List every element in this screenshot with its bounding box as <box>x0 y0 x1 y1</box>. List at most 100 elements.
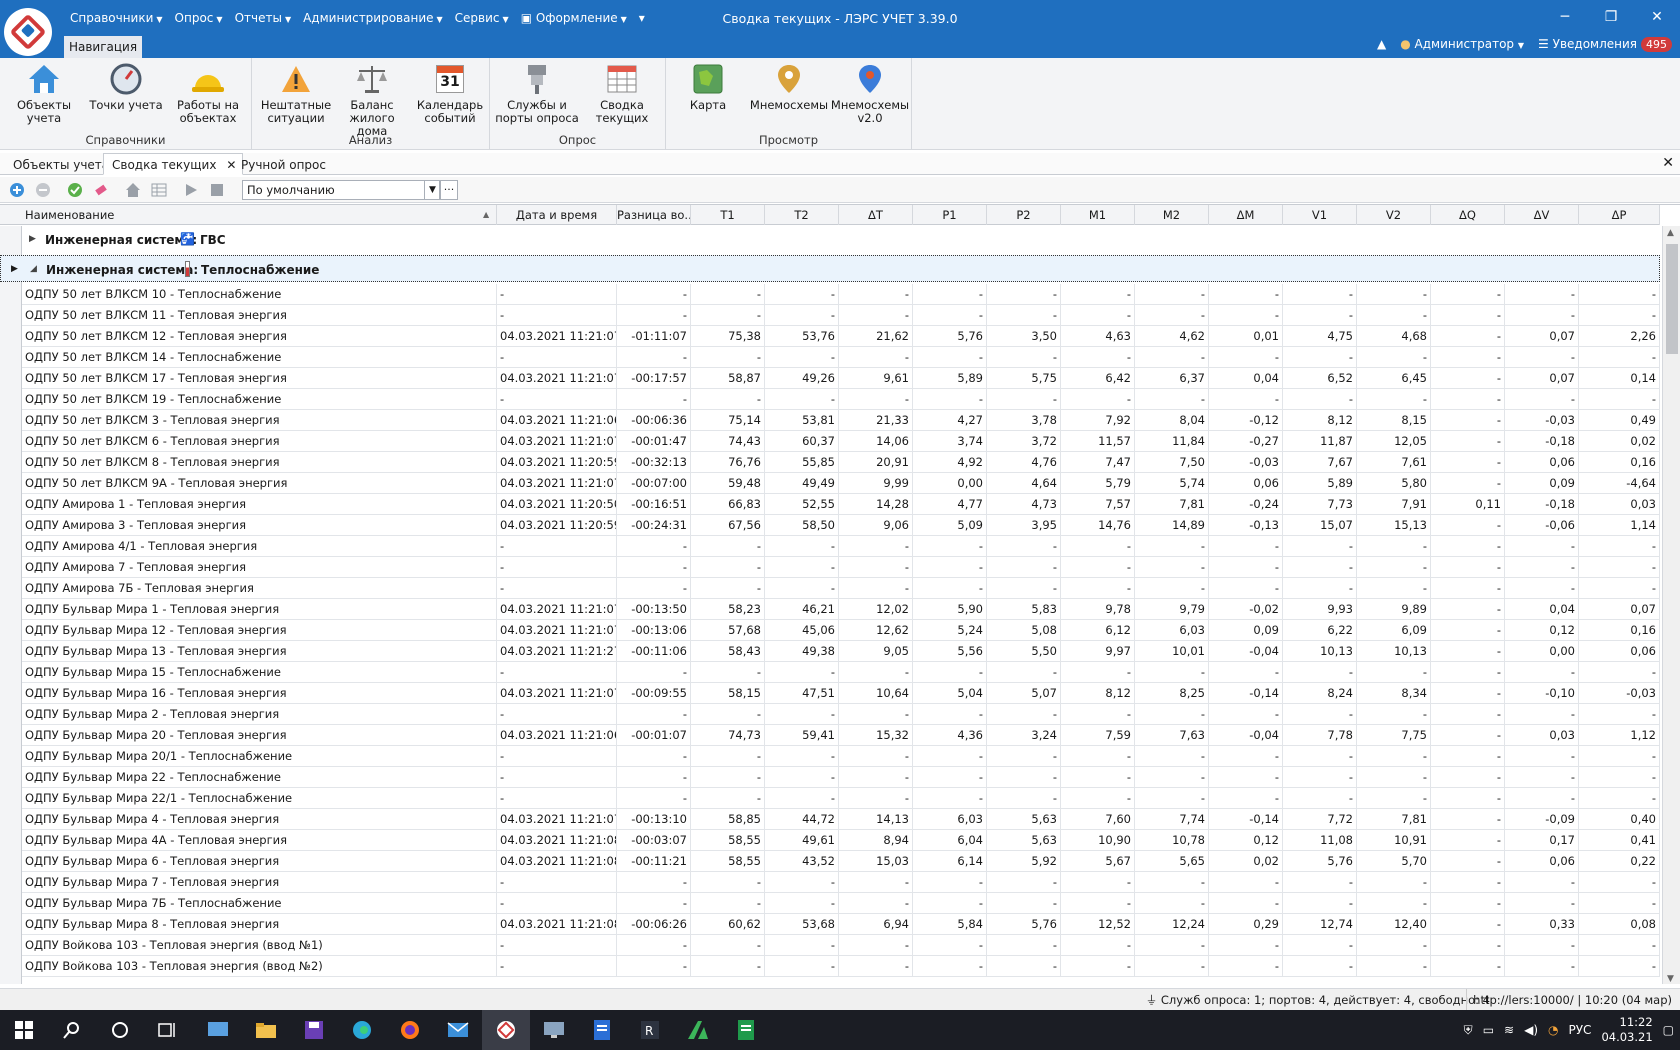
close-window-button[interactable]: ✕ <box>1634 0 1680 34</box>
ribbon-tab-navigation[interactable]: Навигация <box>64 36 142 58</box>
table-row[interactable]: ОДПУ 50 лет ВЛКСМ 8 - Тепловая энергия 04… <box>22 452 1660 473</box>
table-row[interactable]: ОДПУ Бульвар Мира 4А - Тепловая энергия 0… <box>22 830 1660 851</box>
notifications-button[interactable]: ☰ Уведомления 495 <box>1538 37 1672 52</box>
close-icon[interactable]: ✕ <box>1662 155 1674 171</box>
map-button[interactable]: Карта <box>670 62 746 112</box>
menu-service[interactable]: Сервис ▼ <box>449 10 515 28</box>
table-row[interactable]: ОДПУ Бульвар Мира 22 - Теплоснабжение - - -… <box>22 767 1660 788</box>
scroll-thumb[interactable] <box>1666 244 1678 354</box>
column-header[interactable]: M2 <box>1135 205 1209 225</box>
table-row[interactable]: ОДПУ 50 лет ВЛКСМ 10 - Теплоснабжение - - -… <box>22 284 1660 305</box>
collapse-ribbon-icon[interactable]: ▲ <box>1377 37 1386 51</box>
group-row-heating[interactable]: ▶ ◢ Инженерная система: Теплоснабжение <box>0 255 1660 282</box>
table-row[interactable]: ОДПУ Бульвар Мира 22/1 - Теплоснабжение -… <box>22 788 1660 809</box>
incidents-button[interactable]: Нештатные ситуации <box>256 62 336 125</box>
column-header[interactable]: Дата и время <box>497 205 617 225</box>
play-icon[interactable] <box>182 181 200 199</box>
table-row[interactable]: ОДПУ 50 лет ВЛКСМ 11 - Тепловая энергия -… <box>22 305 1660 326</box>
mail-icon[interactable] <box>434 1010 482 1050</box>
polling-services-button[interactable]: Службы и порты опроса <box>494 62 580 125</box>
events-calendar-button[interactable]: 31 Календарь событий <box>412 62 488 125</box>
table-row[interactable]: ОДПУ Бульвар Мира 16 - Тепловая энергия 0… <box>22 683 1660 704</box>
table-row[interactable]: ОДПУ Бульвар Мира 20 - Тепловая энергия 0… <box>22 725 1660 746</box>
table-row[interactable]: ОДПУ 50 лет ВЛКСМ 12 - Тепловая энергия 0… <box>22 326 1660 347</box>
column-header[interactable]: P2 <box>987 205 1061 225</box>
table-row[interactable]: ОДПУ Амирова 4/1 - Тепловая энергия - - - - -… <box>22 536 1660 557</box>
eraser-icon[interactable] <box>92 181 110 199</box>
column-header[interactable]: ΔP <box>1579 205 1660 225</box>
table-row[interactable]: ОДПУ 50 лет ВЛКСМ 3 - Тепловая энергия 04… <box>22 410 1660 431</box>
column-header[interactable]: V1 <box>1283 205 1357 225</box>
table-row[interactable]: ОДПУ Войкова 103 - Тепловая энергия (вво… <box>22 956 1660 977</box>
user-menu[interactable]: ● Администратор ▼ <box>1400 37 1524 51</box>
table-row[interactable]: ОДПУ Бульвар Мира 12 - Тепловая энергия 0… <box>22 620 1660 641</box>
column-header[interactable]: Наименование <box>22 205 497 225</box>
column-header[interactable]: ΔQ <box>1431 205 1505 225</box>
remote-desktop-icon[interactable] <box>194 1010 242 1050</box>
grid-icon[interactable] <box>150 181 168 199</box>
stop-icon[interactable] <box>208 181 226 199</box>
table-row[interactable]: ОДПУ Бульвар Мира 15 - Теплоснабжение - - -… <box>22 662 1660 683</box>
edge-icon[interactable] <box>338 1010 386 1050</box>
search-icon[interactable] <box>48 1010 96 1050</box>
tab-manual-polling[interactable]: Ручной опрос <box>232 153 335 175</box>
column-header[interactable]: T1 <box>691 205 765 225</box>
column-header[interactable]: V2 <box>1357 205 1431 225</box>
table-row[interactable]: ОДПУ 50 лет ВЛКСМ 14 - Теплоснабжение - - -… <box>22 347 1660 368</box>
home-icon[interactable] <box>124 181 142 199</box>
tab-current-summary[interactable]: Сводка текущих ✕ <box>103 153 244 175</box>
column-header[interactable]: T2 <box>765 205 839 225</box>
table-row[interactable]: ОДПУ Амирова 7 - Тепловая энергия - - - - - - -… <box>22 557 1660 578</box>
quick-access-dropdown[interactable]: ▾ <box>633 10 651 28</box>
column-header[interactable]: Разница во... <box>617 205 691 225</box>
scroll-down-icon[interactable]: ▼ <box>1667 974 1674 984</box>
add-icon[interactable] <box>8 181 26 199</box>
check-icon[interactable] <box>66 181 84 199</box>
clock[interactable]: 11:22 04.03.21 <box>1601 1015 1652 1045</box>
network-icon[interactable]: ▭ <box>1483 1023 1494 1037</box>
table-row[interactable]: ОДПУ Бульвар Мира 6 - Тепловая энергия 04… <box>22 851 1660 872</box>
preset-select[interactable]: По умолчанию <box>242 180 440 200</box>
restore-button[interactable]: ❐ <box>1588 0 1634 34</box>
table-row[interactable]: ОДПУ Бульвар Мира 7Б - Теплоснабжение - - -… <box>22 893 1660 914</box>
table-row[interactable]: ОДПУ Амирова 7Б - Тепловая энергия - - - - - -… <box>22 578 1660 599</box>
document-app-icon[interactable] <box>578 1010 626 1050</box>
firefox-icon[interactable] <box>386 1010 434 1050</box>
chevron-down-icon[interactable]: ▼ <box>424 180 440 200</box>
menu-references[interactable]: Справочники ▼ <box>64 10 169 28</box>
spreadsheet-app-icon[interactable] <box>722 1010 770 1050</box>
tab-objects[interactable]: Объекты учета <box>4 153 118 175</box>
column-header[interactable]: ΔT <box>839 205 913 225</box>
current-summary-button[interactable]: Сводка текущих <box>584 62 660 125</box>
mnemonic-button[interactable]: Мнемосхемы <box>748 62 830 112</box>
table-row[interactable]: ОДПУ Амирова 1 - Тепловая энергия 04.03.2… <box>22 494 1660 515</box>
house-balance-button[interactable]: Баланс жилого дома <box>334 62 410 138</box>
monitor-app-icon[interactable] <box>530 1010 578 1050</box>
table-row[interactable]: ОДПУ Бульвар Мира 1 - Тепловая энергия 04… <box>22 599 1660 620</box>
menu-reports[interactable]: Отчеты ▼ <box>229 10 298 28</box>
metering-points-button[interactable]: Точки учета <box>86 62 166 112</box>
table-row[interactable]: ОДПУ Бульвар Мира 8 - Тепловая энергия 04… <box>22 914 1660 935</box>
cortana-icon[interactable] <box>96 1010 144 1050</box>
lers-app-icon[interactable] <box>482 1010 530 1050</box>
action-center-icon[interactable]: ▢ <box>1663 1023 1674 1037</box>
table-row[interactable]: ОДПУ Войкова 103 - Тепловая энергия (вво… <box>22 935 1660 956</box>
save-app-icon[interactable] <box>290 1010 338 1050</box>
notification-app-icon[interactable]: ◔ <box>1548 1023 1558 1037</box>
green-app-icon[interactable] <box>674 1010 722 1050</box>
task-view-icon[interactable] <box>144 1010 192 1050</box>
group-row-hot-water[interactable]: ▶ Инженерная система: 🚰 ГВС <box>0 226 1660 253</box>
preset-more-button[interactable]: ··· <box>440 180 458 200</box>
r-app-icon[interactable]: R <box>626 1010 674 1050</box>
expand-icon[interactable]: ▶ <box>29 234 36 244</box>
object-works-button[interactable]: Работы на объектах <box>170 62 246 125</box>
table-row[interactable]: ОДПУ 50 лет ВЛКСМ 6 - Тепловая энергия 04… <box>22 431 1660 452</box>
table-row[interactable]: ОДПУ Амирова 3 - Тепловая энергия 04.03.2… <box>22 515 1660 536</box>
volume-icon[interactable]: ◀) <box>1524 1023 1538 1037</box>
table-row[interactable]: ОДПУ Бульвар Мира 20/1 - Теплоснабжение -… <box>22 746 1660 767</box>
menu-polling[interactable]: Опрос ▼ <box>169 10 229 28</box>
objects-button[interactable]: Объекты учета <box>6 62 82 125</box>
scroll-up-icon[interactable]: ▲ <box>1667 228 1674 238</box>
table-row[interactable]: ОДПУ 50 лет ВЛКСМ 17 - Тепловая энергия 0… <box>22 368 1660 389</box>
column-header[interactable]: ΔV <box>1505 205 1579 225</box>
